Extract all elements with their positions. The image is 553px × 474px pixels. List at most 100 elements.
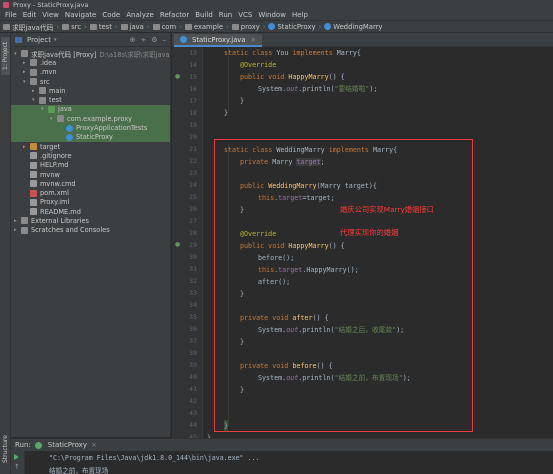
tree-item[interactable]: ▾ src (11, 77, 170, 86)
annotation-note-2: 代理实现你的婚姻 (340, 228, 399, 237)
crumb-com[interactable]: com › (152, 23, 185, 31)
tree-item[interactable]: ▸ External Libraries (11, 216, 170, 225)
console-output-line: 结婚之前，布置现场 (49, 467, 109, 474)
chevron-down-icon[interactable]: ▾ (54, 37, 57, 43)
tree-item[interactable]: ▾ java (11, 104, 170, 115)
keyword: implements (292, 49, 337, 57)
project-tree: ▾ 求职java代码 [Proxy] D:\a18s\求职\求职java ▸ .idea… (11, 47, 170, 235)
folder-icon (39, 96, 46, 104)
tree-item[interactable]: ProxyApplicationTests (11, 123, 170, 133)
hide-icon[interactable]: – (163, 36, 167, 44)
tree-item[interactable]: ▸ Scratches and Consoles (11, 226, 170, 235)
locate-icon[interactable]: ⊕ (129, 36, 135, 44)
menu-vcs[interactable]: VCS (235, 11, 255, 19)
highlight-box (214, 139, 473, 432)
chevron-right-icon: › (146, 22, 150, 31)
menu-navigate[interactable]: Navigate (62, 11, 99, 19)
tree-item[interactable]: ▸ target (11, 142, 170, 151)
tree-item[interactable]: ▾ test (11, 95, 170, 104)
menu-build[interactable]: Build (192, 11, 216, 19)
menu-file[interactable]: File (2, 11, 20, 19)
tree-item[interactable]: HELP.md (11, 161, 170, 170)
chevron-right-icon[interactable]: ▸ (32, 88, 39, 94)
tree-item-label: Scratches and Consoles (31, 226, 110, 235)
crumb-proxy[interactable]: proxy › (231, 22, 269, 31)
tree-item[interactable]: Proxy.iml (11, 198, 170, 207)
collapse-icon[interactable]: ÷ (140, 36, 146, 44)
tree-item[interactable]: pom.xml (11, 188, 170, 197)
crumb-example[interactable]: example › (184, 23, 232, 31)
chevron-down-icon[interactable]: ▾ (41, 106, 48, 112)
tab-label: StaticProxy.java (192, 35, 246, 44)
menu-code[interactable]: Code (99, 11, 123, 19)
tree-item[interactable]: ▾ 求职java代码 [Proxy] D:\a18s\求职\求职java (11, 49, 170, 59)
tree-item-label: README.md (40, 207, 81, 216)
tree-item[interactable]: StaticProxy (11, 132, 170, 142)
tree-item[interactable]: mvnw (11, 170, 170, 179)
tab-staticproxy-java[interactable]: StaticProxy.java × (174, 34, 263, 47)
impl-marker-icon[interactable]: ● (175, 73, 180, 80)
tree-item-label: main (49, 86, 66, 95)
tree-item[interactable]: .gitignore (11, 151, 170, 160)
chevron-down-icon[interactable]: ▾ (23, 79, 30, 85)
gear-icon[interactable]: ⚙ (151, 36, 157, 44)
menu-view[interactable]: View (39, 11, 62, 19)
line-number: 27 (189, 217, 197, 225)
folder-icon (152, 23, 160, 30)
close-icon[interactable]: × (91, 441, 97, 449)
tree-item-label: StaticProxy (76, 133, 113, 142)
folder-icon (231, 23, 239, 30)
menu-window[interactable]: Window (255, 11, 289, 19)
chevron-right-icon[interactable]: ▸ (23, 144, 30, 150)
chevron-right-icon[interactable]: ▸ (23, 60, 30, 66)
crumb-label: proxy (240, 22, 260, 31)
project-tool-tab[interactable]: 1: Project (1, 37, 10, 75)
line-number: 16 (189, 85, 197, 93)
crumb-src[interactable]: src › (62, 23, 90, 31)
line-number: 42 (189, 397, 197, 405)
chevron-down-icon[interactable]: ▾ (32, 97, 39, 103)
crumb-weddingmarry[interactable]: WeddingMarry (324, 23, 382, 31)
chevron-right-icon[interactable]: ▸ (14, 227, 21, 233)
menu-edit[interactable]: Edit (20, 11, 40, 19)
file-icon (30, 171, 37, 178)
crumb-java[interactable]: java › (120, 22, 153, 31)
tree-item[interactable]: ▸ .idea (11, 58, 170, 67)
chevron-right-icon[interactable]: ▸ (14, 218, 21, 224)
rerun-icon[interactable] (14, 454, 19, 460)
chevron-right-icon[interactable]: ▸ (23, 69, 30, 75)
structure-tool-tab[interactable]: Structure (1, 431, 10, 467)
crumb-project[interactable]: 求职java代码 › (3, 22, 62, 32)
line-number: 30 (189, 253, 197, 261)
window-title: Proxy - StaticProxy.java (13, 0, 89, 9)
tree-item[interactable]: mvnw.cmd (11, 179, 170, 188)
file-icon (30, 161, 37, 169)
crumb-label: StaticProxy (277, 22, 316, 31)
run-console[interactable]: ↑ "C:\Program Files\Java\jdk1.8.0_144\bi… (11, 451, 553, 474)
tree-item[interactable]: ▸ .mvn (11, 68, 170, 77)
menu-run[interactable]: Run (216, 11, 235, 19)
tree-item-label: .idea (40, 58, 57, 67)
chevron-down-icon[interactable]: ▾ (50, 116, 57, 122)
tree-item-label: HELP.md (40, 161, 69, 170)
menu-analyze[interactable]: Analyze (123, 11, 157, 19)
impl-marker-icon[interactable]: ● (175, 241, 180, 248)
crumb-test[interactable]: test › (89, 23, 121, 31)
run-config-tab[interactable]: StaticProxy (48, 441, 87, 449)
menu-help[interactable]: Help (289, 11, 311, 19)
tree-item[interactable]: README.md (11, 207, 170, 216)
crumb-staticproxy[interactable]: StaticProxy › (268, 23, 324, 31)
tree-item-label: java (58, 105, 72, 114)
chevron-down-icon[interactable]: ▾ (14, 51, 21, 57)
arrow-up-icon[interactable]: ↑ (14, 463, 20, 471)
close-icon[interactable]: × (251, 36, 257, 44)
project-panel-title[interactable]: Project (27, 36, 51, 44)
tree-item[interactable]: ▸ main (11, 86, 170, 95)
tree-item[interactable]: ▾ com.example.proxy (11, 114, 170, 124)
code-text: .println( (298, 85, 335, 93)
crumb-label: 求职java代码 (12, 23, 54, 32)
menu-refactor[interactable]: Refactor (157, 11, 192, 19)
folder-icon (21, 50, 28, 58)
chevron-right-icon: › (318, 22, 322, 31)
line-number: 28 (189, 229, 197, 237)
